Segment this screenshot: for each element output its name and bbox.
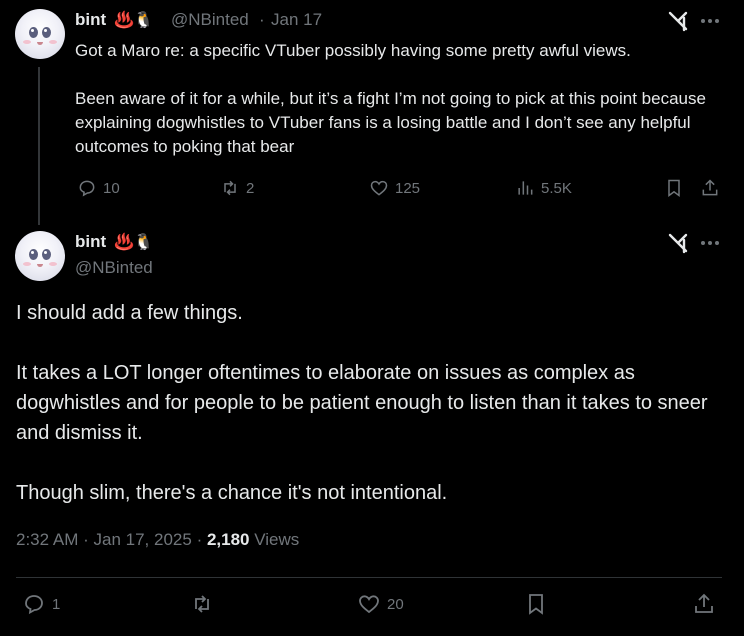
- heart-icon: [359, 595, 379, 614]
- display-name[interactable]: bint: [75, 10, 106, 30]
- tweet-actions: 10 2 125 5.5K: [0, 178, 744, 202]
- user-handle[interactable]: @NBinted: [75, 258, 153, 278]
- avatar[interactable]: [15, 231, 65, 281]
- tweet-paragraph: Got a Maro re: a specific VTuber possibl…: [75, 41, 631, 60]
- grok-icon[interactable]: [667, 10, 689, 32]
- view-count: 5.5K: [541, 179, 572, 197]
- views-button[interactable]: 5.5K: [515, 178, 572, 198]
- tweet-date[interactable]: Jan 17, 2025: [94, 530, 192, 549]
- user-handle[interactable]: @NBinted: [171, 10, 249, 30]
- share-icon: [702, 179, 718, 196]
- bookmark-icon: [529, 594, 543, 615]
- more-icon[interactable]: [700, 18, 720, 24]
- meta-separator: ·: [83, 530, 89, 549]
- like-count: 20: [387, 595, 404, 613]
- repost-icon: [224, 180, 236, 196]
- tweet-text: Got a Maro re: a specific VTuber possibl…: [75, 39, 725, 159]
- tweet-actions: 1 20: [0, 592, 744, 618]
- repost-count: 2: [246, 179, 255, 197]
- tweet-paragraph: It takes a LOT longer oftentimes to elab…: [16, 362, 708, 444]
- tweet-text: I should add a few things. It takes a LO…: [16, 298, 728, 508]
- grok-icon[interactable]: [667, 232, 689, 254]
- meta-separator: ·: [259, 10, 265, 29]
- avatar[interactable]: [15, 9, 65, 59]
- divider: [16, 577, 722, 578]
- tweet-paragraph: I should add a few things.: [16, 302, 243, 324]
- meta-separator: ·: [196, 530, 203, 549]
- reply-button[interactable]: 1: [22, 592, 60, 616]
- reply-count: 10: [103, 179, 120, 197]
- views-count[interactable]: 2,180: [207, 530, 250, 549]
- like-button[interactable]: 20: [357, 592, 404, 616]
- analytics-icon: [518, 181, 533, 195]
- tweet-time[interactable]: 2:32 AM: [16, 530, 78, 549]
- bookmark-button[interactable]: [664, 178, 684, 198]
- reply-count: 1: [52, 595, 61, 613]
- reply-button[interactable]: 10: [77, 178, 120, 198]
- tweet-meta: 2:32 AM · Jan 17, 2025 · 2,180 Views: [16, 530, 299, 550]
- tweet-paragraph: Been aware of it for a while, but it’s a…: [75, 89, 711, 156]
- repost-button[interactable]: [190, 592, 214, 616]
- like-button[interactable]: 125: [369, 178, 420, 198]
- bookmark-icon: [668, 179, 680, 197]
- tweet-date[interactable]: Jan 17: [271, 10, 322, 30]
- more-icon[interactable]: [700, 240, 720, 246]
- views-label: Views: [254, 530, 300, 549]
- tweet-paragraph: Though slim, there's a chance it's not i…: [16, 482, 448, 504]
- bookmark-button[interactable]: [524, 592, 548, 616]
- share-icon: [695, 593, 713, 613]
- heart-icon: [370, 180, 388, 196]
- name-emojis: ♨️🐧: [114, 12, 154, 29]
- like-count: 125: [395, 179, 421, 197]
- display-name[interactable]: bint: [75, 232, 106, 252]
- reply-icon: [25, 595, 43, 615]
- reply-icon: [79, 180, 95, 197]
- share-button[interactable]: [700, 178, 720, 198]
- repost-button[interactable]: 2: [220, 178, 254, 198]
- name-emojis: ♨️🐧: [114, 234, 154, 251]
- share-button[interactable]: [692, 592, 716, 616]
- repost-icon: [195, 595, 209, 613]
